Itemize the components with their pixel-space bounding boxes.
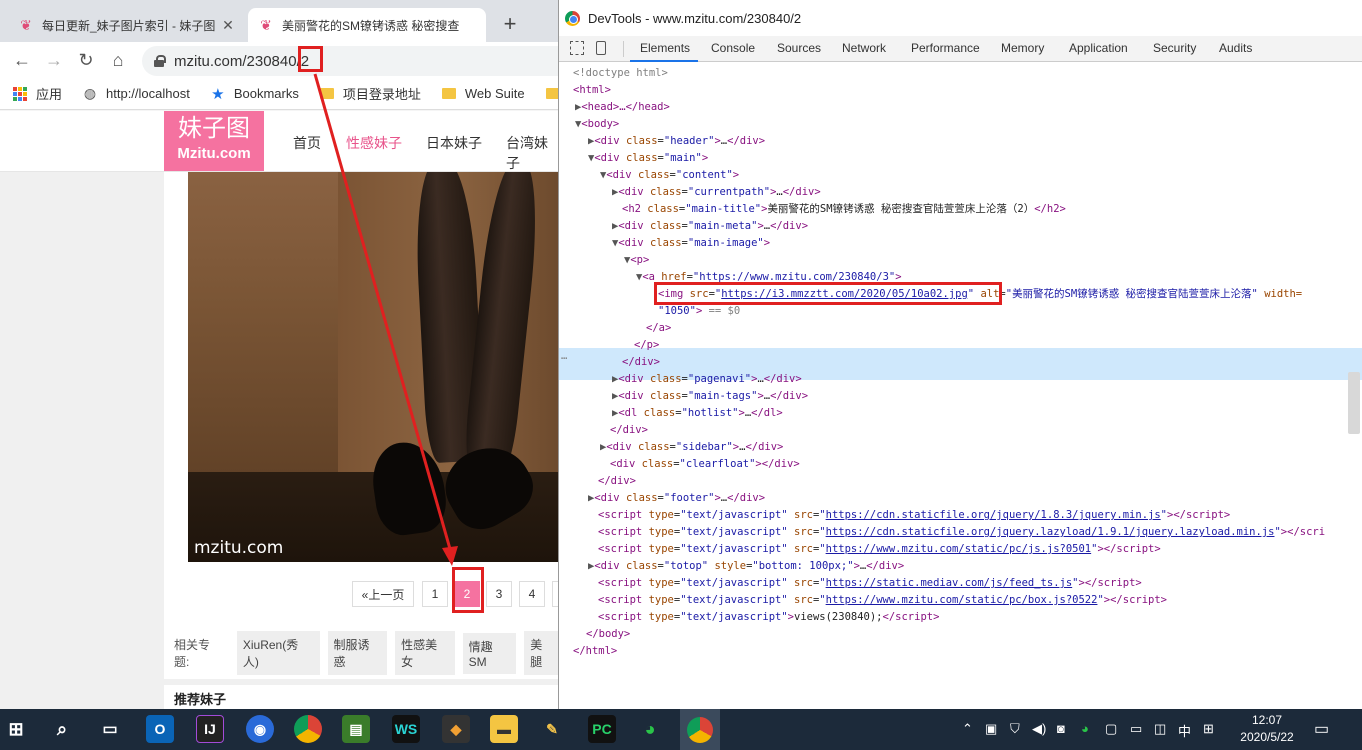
webstorm-icon[interactable]: WS xyxy=(392,715,420,743)
outlook-icon[interactable]: O xyxy=(146,715,174,743)
tray-network-icon[interactable]: ▢ xyxy=(1105,721,1117,737)
tray-screen-icon[interactable]: ▭ xyxy=(1130,721,1142,737)
annotation-arrow-head xyxy=(442,546,458,566)
windows-taskbar: ⊞ ⌕ ▭ O IJ ◉ ▤ WS ◆ ▬ ✎ PC ◕ ⌃ ▣ ⛉ ◀) ◙ … xyxy=(0,709,1362,750)
clock-date: 2020/5/22 xyxy=(1240,730,1294,744)
image-editor-icon[interactable]: ▤ xyxy=(342,715,370,743)
task-view-icon[interactable]: ▭ xyxy=(96,715,124,743)
start-windows-icon[interactable]: ⊞ xyxy=(2,715,30,743)
chrome-icon xyxy=(687,716,713,743)
pycharm-icon[interactable]: PC xyxy=(588,715,616,743)
tray-wechat-icon[interactable]: ◕ xyxy=(1081,721,1089,736)
git-icon[interactable]: ◆ xyxy=(442,715,470,743)
intellij-icon[interactable]: IJ xyxy=(196,715,224,743)
chrome-icon[interactable] xyxy=(294,715,322,743)
search-icon[interactable]: ⌕ xyxy=(48,715,76,743)
tray-volume-icon[interactable]: ◀) xyxy=(1032,721,1046,737)
system-clock[interactable]: 12:07 2020/5/22 xyxy=(1222,712,1312,746)
paint-palette-icon[interactable]: ✎ xyxy=(538,715,566,743)
notifications-icon[interactable]: ▭ xyxy=(1314,719,1329,739)
ime-indicator[interactable]: 中 xyxy=(1178,721,1191,740)
tray-keyboard-icon[interactable]: ⊞ xyxy=(1203,721,1214,737)
chrome-active-app[interactable] xyxy=(680,709,720,750)
clock-time: 12:07 xyxy=(1251,713,1283,727)
tray-wifi-icon[interactable]: ◫ xyxy=(1154,721,1166,737)
annotation-arrow-line xyxy=(313,73,454,557)
maps-pin-icon[interactable]: ◉ xyxy=(246,715,274,743)
tray-device-icon[interactable]: ▣ xyxy=(985,721,997,737)
tray-shield-icon[interactable]: ⛉ xyxy=(1010,721,1020,737)
file-explorer-icon[interactable]: ▬ xyxy=(490,715,518,743)
tray-overflow-icon[interactable]: ⌃ xyxy=(962,721,973,737)
wechat-icon[interactable]: ◕ xyxy=(636,715,664,743)
annotation-arrow xyxy=(313,73,458,566)
tray-app-icon[interactable]: ◙ xyxy=(1057,721,1065,736)
